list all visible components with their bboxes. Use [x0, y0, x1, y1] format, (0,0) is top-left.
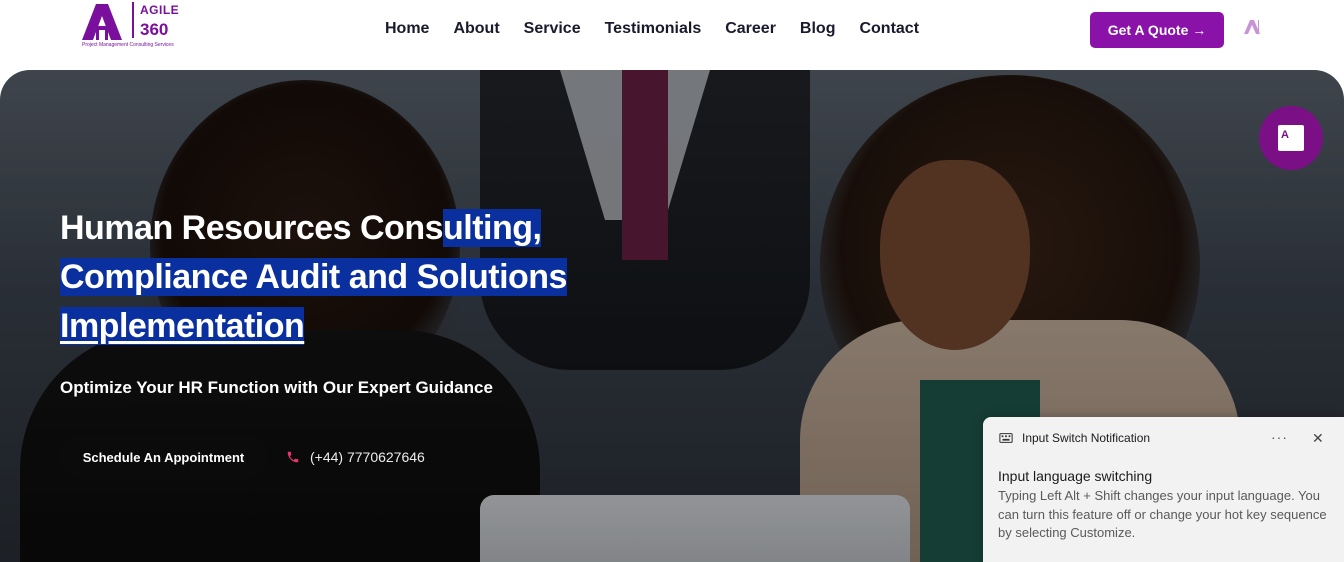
small-logo-icon[interactable] [1244, 18, 1262, 38]
hero-title-line-1-highlight: ulting, [443, 209, 542, 247]
close-icon[interactable]: ✕ [1312, 430, 1324, 447]
notification-title: Input language switching [998, 468, 1153, 484]
hero-title: Human Resources Consulting, Compliance A… [60, 204, 567, 351]
phone-link[interactable]: (+44) 7770627646 [286, 449, 425, 465]
main-nav: Home About Service Testimonials Career B… [385, 20, 919, 38]
floating-logo-glyph: A [1281, 129, 1289, 141]
nav-item-career[interactable]: Career [725, 20, 776, 38]
ellipsis-icon[interactable]: ··· [1271, 429, 1288, 445]
hero-title-line-1-plain: Human Resources Cons [60, 209, 444, 247]
logo-number: 360 [140, 20, 169, 39]
logo-divider [132, 2, 134, 38]
logo-wordmark: AGILE [140, 3, 180, 17]
nav-item-service[interactable]: Service [524, 20, 581, 38]
site-header: AGILE 360 Project Management Consulting … [0, 0, 1344, 70]
keyboard-icon [999, 433, 1013, 443]
brand-logo[interactable]: AGILE 360 Project Management Consulting … [82, 2, 182, 52]
floating-logo-icon: A [1278, 125, 1304, 151]
input-switch-notification[interactable]: Input Switch Notification ··· ✕ Input la… [983, 417, 1344, 562]
hero-title-line-3-highlight: Implementation [60, 307, 305, 345]
schedule-appointment-button[interactable]: Schedule An Appointment [60, 435, 267, 479]
nav-item-testimonials[interactable]: Testimonials [605, 20, 702, 38]
notification-header: Input Switch Notification [999, 431, 1150, 445]
phone-icon [287, 451, 299, 463]
get-quote-button[interactable]: Get A Quote → [1090, 12, 1224, 48]
nav-item-about[interactable]: About [453, 20, 499, 38]
notification-app-name: Input Switch Notification [1022, 431, 1151, 445]
hero-title-line-3: Implementation [60, 302, 567, 351]
phone-number: (+44) 7770627646 [310, 449, 425, 465]
notification-body: Typing Left Alt + Shift changes your inp… [998, 488, 1327, 540]
nav-item-contact[interactable]: Contact [859, 20, 919, 38]
nav-item-blog[interactable]: Blog [800, 20, 836, 38]
hero-subtitle: Optimize Your HR Function with Our Exper… [60, 378, 493, 397]
hero-title-line-2-highlight: Compliance Audit and Solutions [60, 258, 567, 296]
logo-a-icon [82, 4, 122, 40]
floating-logo-button[interactable]: A [1259, 106, 1323, 170]
logo-tagline: Project Management Consulting Services [82, 42, 174, 48]
hero-title-line-2: Compliance Audit and Solutions [60, 253, 567, 302]
hero-title-line-1: Human Resources Consulting, [60, 204, 567, 253]
nav-item-home[interactable]: Home [385, 20, 429, 38]
